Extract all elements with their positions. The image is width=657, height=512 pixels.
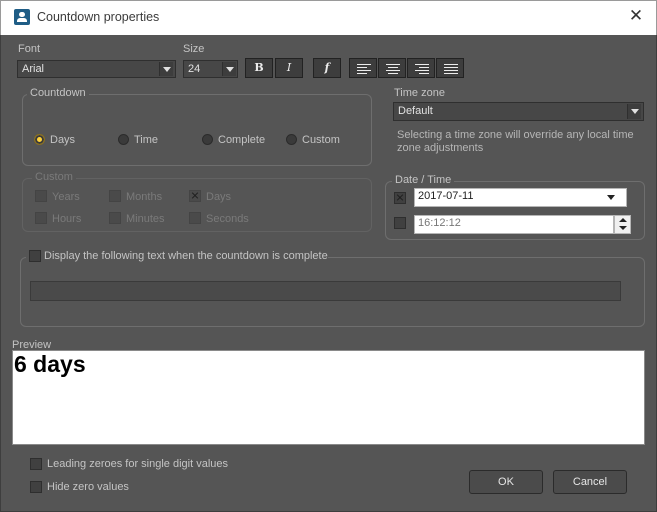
custom-months-checkbox[interactable] <box>109 190 121 202</box>
radio-days[interactable] <box>34 134 45 145</box>
timezone-note: Selecting a time zone will override any … <box>397 129 634 154</box>
custom-months-label: Months <box>126 191 163 203</box>
radio-custom[interactable] <box>286 134 297 145</box>
close-icon[interactable]: ✕ <box>627 7 645 25</box>
font-dropdown-button[interactable] <box>159 62 173 76</box>
time-input[interactable]: 16:12:12 <box>414 215 614 234</box>
time-enable-checkbox[interactable] <box>394 217 406 229</box>
radio-time-label: Time <box>134 134 159 146</box>
font-select[interactable]: Arial <box>17 60 176 78</box>
complete-text-input[interactable] <box>30 281 621 301</box>
leading-zeroes-label: Leading zeroes for single digit values <box>47 458 229 470</box>
radio-days-label: Days <box>50 134 76 146</box>
date-dropdown-button[interactable] <box>597 190 625 205</box>
datetime-legend: Date / Time <box>392 174 455 186</box>
time-spinner[interactable] <box>614 215 631 234</box>
custom-minutes-label: Minutes <box>126 213 165 225</box>
size-dropdown-button[interactable] <box>222 62 236 76</box>
align-right-button[interactable] <box>407 58 435 78</box>
chevron-down-icon <box>226 67 234 72</box>
font-label: Font <box>18 43 41 55</box>
hide-zero-label: Hide zero values <box>47 481 129 493</box>
radio-time[interactable] <box>118 134 129 145</box>
align-center-button[interactable] <box>378 58 406 78</box>
chevron-down-icon <box>163 67 171 72</box>
function-button[interactable]: f <box>313 58 341 78</box>
complete-text-label: Display the following text when the coun… <box>44 250 328 262</box>
preview-area: 6 days <box>12 350 645 445</box>
radio-complete[interactable] <box>202 134 213 145</box>
custom-hours-checkbox[interactable] <box>35 212 47 224</box>
time-value: 16:12:12 <box>418 217 461 229</box>
size-value: 24 <box>188 63 201 75</box>
custom-seconds-checkbox[interactable] <box>189 212 201 224</box>
custom-minutes-checkbox[interactable] <box>109 212 121 224</box>
date-enable-checkbox[interactable] <box>394 192 406 204</box>
app-icon <box>14 9 30 25</box>
custom-years-label: Years <box>52 191 80 203</box>
custom-seconds-label: Seconds <box>206 213 249 225</box>
ok-button[interactable]: OK <box>469 470 543 494</box>
custom-years-checkbox[interactable] <box>35 190 47 202</box>
custom-legend: Custom <box>32 171 76 183</box>
spin-up-icon <box>619 218 627 222</box>
align-left-icon <box>350 59 378 79</box>
hide-zero-checkbox[interactable] <box>30 481 42 493</box>
radio-custom-label: Custom <box>302 134 340 146</box>
font-value: Arial <box>22 63 45 75</box>
preview-text: 6 days <box>14 351 86 377</box>
italic-button[interactable]: I <box>275 58 303 78</box>
timezone-value: Default <box>398 105 433 117</box>
cancel-button[interactable]: Cancel <box>553 470 627 494</box>
align-right-icon <box>408 59 436 79</box>
align-center-icon <box>379 59 407 79</box>
chevron-down-icon <box>607 195 615 200</box>
align-left-button[interactable] <box>349 58 377 78</box>
custom-days-label: Days <box>206 191 232 203</box>
timezone-select[interactable]: Default <box>393 102 644 121</box>
bold-button[interactable]: B <box>245 58 273 78</box>
leading-zeroes-checkbox[interactable] <box>30 458 42 470</box>
window-title: Countdown properties <box>37 10 160 24</box>
justify-icon <box>437 59 465 79</box>
date-input[interactable]: 2017-07-11 <box>414 188 627 207</box>
complete-text-checkbox[interactable] <box>29 250 41 262</box>
timezone-label: Time zone <box>394 87 445 99</box>
countdown-legend: Countdown <box>27 87 89 99</box>
custom-days-checkbox[interactable] <box>189 190 201 202</box>
size-label: Size <box>183 43 205 55</box>
spin-down-icon <box>619 226 627 230</box>
date-value: 2017-07-11 <box>418 190 474 202</box>
timezone-dropdown-button[interactable] <box>627 104 641 119</box>
justify-button[interactable] <box>436 58 464 78</box>
chevron-down-icon <box>631 109 639 114</box>
custom-hours-label: Hours <box>52 213 82 225</box>
countdown-group <box>22 94 372 166</box>
radio-complete-label: Complete <box>218 134 266 146</box>
